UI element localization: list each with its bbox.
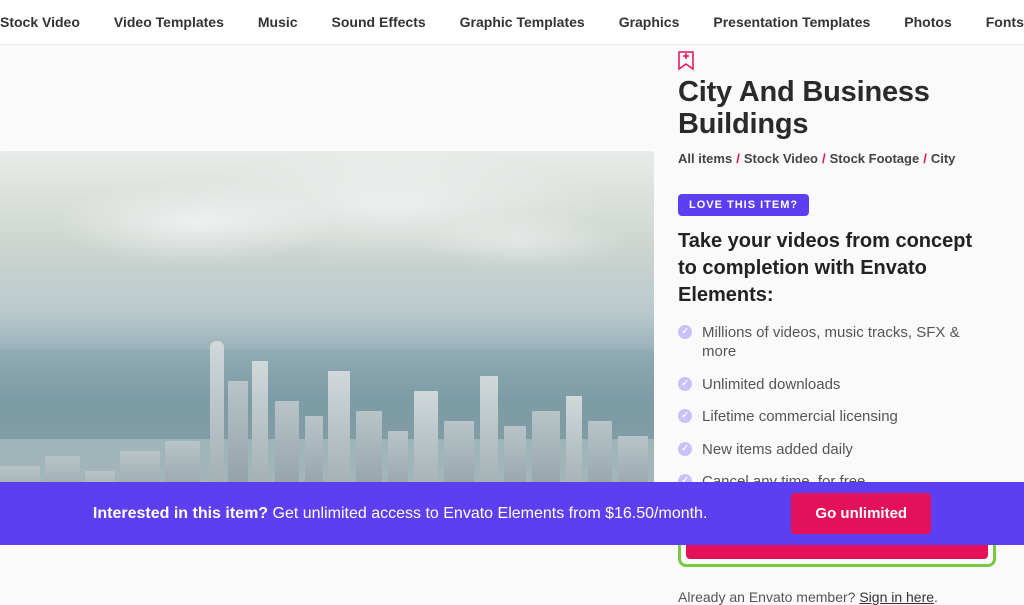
promo-subheading: Take your videos from concept to complet… bbox=[678, 228, 996, 309]
nav-fonts[interactable]: Fonts bbox=[986, 14, 1024, 30]
banner-text: Interested in this item? Get unlimited a… bbox=[93, 505, 707, 523]
breadcrumb-city[interactable]: City bbox=[931, 151, 956, 166]
check-icon bbox=[678, 409, 692, 423]
nav-sound-effects[interactable]: Sound Effects bbox=[332, 14, 426, 30]
breadcrumb-all-items[interactable]: All items bbox=[678, 151, 732, 166]
check-icon bbox=[678, 377, 692, 391]
nav-presentation-templates[interactable]: Presentation Templates bbox=[713, 14, 870, 30]
breadcrumb-stock-footage[interactable]: Stock Footage bbox=[830, 151, 920, 166]
nav-video-templates[interactable]: Video Templates bbox=[114, 14, 224, 30]
benefit-item: Millions of videos, music tracks, SFX & … bbox=[678, 323, 996, 362]
bookmark-icon[interactable] bbox=[678, 51, 694, 71]
sign-in-link[interactable]: Sign in here bbox=[859, 589, 934, 605]
nav-stock-video[interactable]: Stock Video bbox=[0, 14, 80, 30]
benefit-text: Millions of videos, music tracks, SFX & … bbox=[702, 323, 996, 362]
breadcrumb-stock-video[interactable]: Stock Video bbox=[744, 151, 818, 166]
item-title: City And Business Buildings bbox=[678, 77, 996, 141]
benefit-text: Lifetime commercial licensing bbox=[702, 407, 898, 427]
benefits-list: Millions of videos, music tracks, SFX & … bbox=[678, 323, 996, 492]
benefit-text: Unlimited downloads bbox=[702, 375, 840, 395]
top-nav: Stock Video Video Templates Music Sound … bbox=[0, 0, 1024, 45]
check-icon bbox=[678, 442, 692, 456]
benefit-text: New items added daily bbox=[702, 440, 853, 460]
preview-image[interactable] bbox=[0, 151, 654, 511]
nav-graphics[interactable]: Graphics bbox=[619, 14, 680, 30]
check-icon bbox=[678, 325, 692, 339]
nav-photos[interactable]: Photos bbox=[904, 14, 951, 30]
breadcrumb: All items/Stock Video/Stock Footage/City bbox=[678, 151, 996, 166]
benefit-item: Lifetime commercial licensing bbox=[678, 407, 996, 427]
love-this-item-badge: LOVE THIS ITEM? bbox=[678, 194, 809, 216]
nav-graphic-templates[interactable]: Graphic Templates bbox=[460, 14, 585, 30]
nav-music[interactable]: Music bbox=[258, 14, 298, 30]
member-prompt: Already an Envato member? Sign in here. bbox=[678, 589, 996, 605]
benefit-item: New items added daily bbox=[678, 440, 996, 460]
go-unlimited-button[interactable]: Go unlimited bbox=[791, 493, 931, 534]
promo-banner: Interested in this item? Get unlimited a… bbox=[0, 482, 1024, 545]
benefit-item: Unlimited downloads bbox=[678, 375, 996, 395]
